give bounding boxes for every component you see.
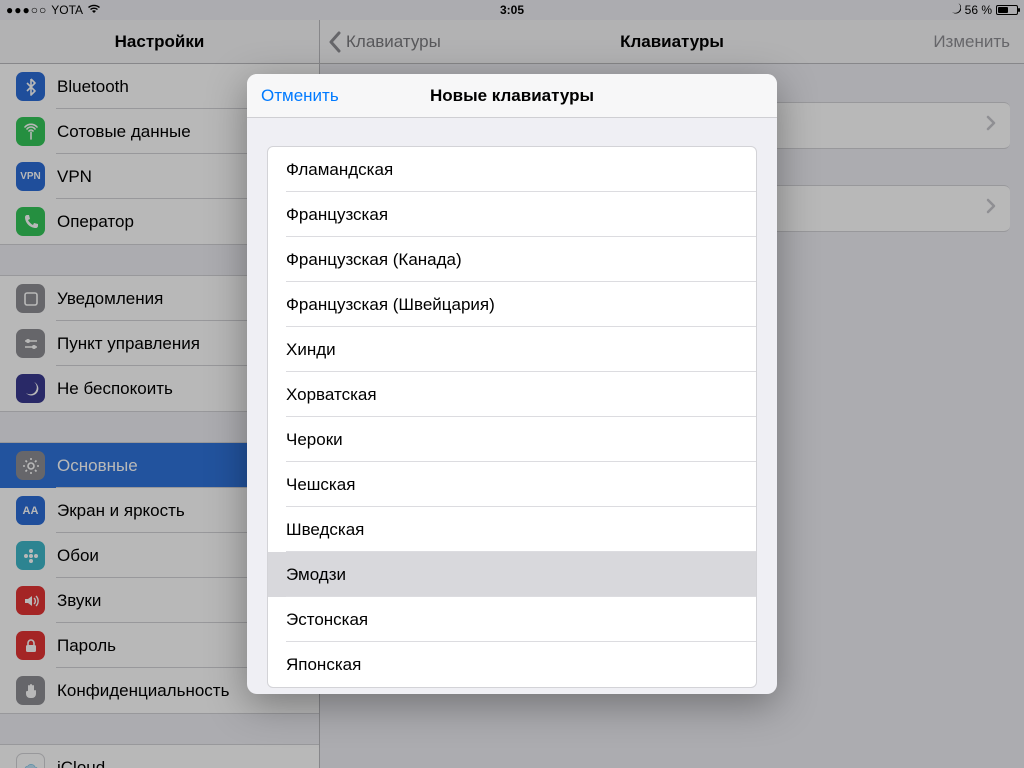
- keyboard-option[interactable]: Эстонская: [268, 597, 756, 642]
- keyboard-option[interactable]: Чешская: [268, 462, 756, 507]
- keyboard-language-list: Фламандская Французская Французская (Канад…: [267, 146, 757, 688]
- keyboard-option[interactable]: Фламандская: [268, 147, 756, 192]
- keyboard-option-label: Эстонская: [286, 610, 368, 630]
- keyboard-option[interactable]: Шведская: [268, 507, 756, 552]
- keyboard-option[interactable]: Хорватская: [268, 372, 756, 417]
- keyboard-option[interactable]: Японская: [268, 642, 756, 687]
- keyboard-option[interactable]: Хинди: [268, 327, 756, 372]
- keyboard-option-label: Французская (Канада): [286, 250, 462, 270]
- keyboard-option-label: Чероки: [286, 430, 343, 450]
- keyboard-option[interactable]: Эмодзи: [268, 552, 756, 597]
- keyboard-option-label: Чешская: [286, 475, 355, 495]
- keyboard-option[interactable]: Французская: [268, 192, 756, 237]
- keyboard-option[interactable]: Французская (Канада): [268, 237, 756, 282]
- keyboard-option-label: Фламандская: [286, 160, 393, 180]
- add-keyboard-modal: Отменить Новые клавиатуры Фламандская Фра…: [247, 74, 777, 694]
- keyboard-option[interactable]: Чероки: [268, 417, 756, 462]
- cancel-button[interactable]: Отменить: [261, 86, 339, 106]
- keyboard-option-label: Японская: [286, 655, 361, 675]
- keyboard-option-label: Хинди: [286, 340, 336, 360]
- keyboard-option[interactable]: Французская (Швейцария): [268, 282, 756, 327]
- keyboard-option-label: Французская: [286, 205, 388, 225]
- modal-title: Новые клавиатуры: [430, 86, 594, 106]
- keyboard-option-label: Хорватская: [286, 385, 377, 405]
- keyboard-option-label: Эмодзи: [286, 565, 346, 585]
- keyboard-option-label: Французская (Швейцария): [286, 295, 495, 315]
- modal-header: Отменить Новые клавиатуры: [247, 74, 777, 118]
- keyboard-option-label: Шведская: [286, 520, 364, 540]
